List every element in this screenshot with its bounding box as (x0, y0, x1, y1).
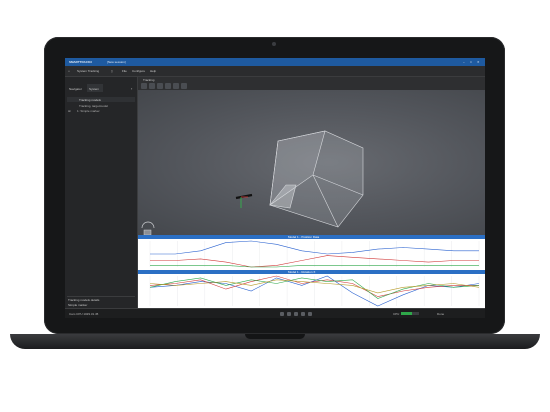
frustum-shape (269, 130, 364, 228)
webcam (272, 42, 276, 46)
status-text: Cam CPU 1029.31.45 (69, 312, 99, 316)
chart-panel: Model 1 - Position Data Model 1 - Rotati… (138, 235, 485, 308)
project-label[interactable]: System Tracking (77, 69, 99, 73)
trackpad-notch (245, 334, 305, 339)
toolbar: Tracking (137, 77, 485, 90)
chart2-plot[interactable] (138, 274, 485, 308)
orientation-cube-icon[interactable] (141, 221, 155, 235)
settings-icon[interactable] (294, 312, 298, 316)
menu-bar: ⌂ System Tracking ▯ File Configure Help (65, 66, 485, 77)
stop-icon[interactable] (308, 312, 312, 316)
status-bar: Cam CPU 1029.31.45 CPU Done (65, 308, 485, 318)
tracking-models-header-label: Tracking models (79, 98, 101, 102)
cpu-label: CPU (393, 312, 400, 316)
title-bar: SMARTTRACK3 [New session] – □ ✕ (65, 58, 485, 66)
list-item[interactable]: 1: Simple marker (77, 109, 100, 113)
scene-svg (141, 130, 364, 235)
play-icon[interactable] (301, 312, 305, 316)
app-title: SMARTTRACK3 (69, 60, 92, 64)
session-title: [New session] (107, 60, 126, 64)
tab-navigator[interactable]: Navigator (69, 87, 82, 91)
zoom-tool-icon[interactable] (173, 83, 179, 89)
collapse-panel-icon[interactable]: ‹ (131, 86, 132, 91)
home-icon[interactable]: ⌂ (68, 69, 70, 73)
close-icon[interactable]: ✕ (477, 60, 480, 64)
tracking-marker-icon (235, 193, 253, 208)
status-right-label: Done (437, 312, 445, 316)
tab-system[interactable]: System (89, 87, 99, 91)
rotate-tool-icon[interactable] (157, 83, 163, 89)
doc-icon[interactable]: ▯ (111, 69, 113, 73)
details-title: Tracking models details (68, 298, 100, 302)
camera-icon[interactable] (280, 312, 284, 316)
tracking-models-header[interactable]: Tracking models (67, 97, 135, 102)
laptop-base (10, 334, 540, 349)
3d-viewport[interactable] (138, 90, 485, 235)
menu-help[interactable]: Help (150, 69, 156, 73)
navigator-panel: Navigator System ‹ Tracking models Track… (65, 77, 138, 308)
expand-icon[interactable]: ⊞ (68, 109, 71, 113)
toolbar-section-label: Tracking (143, 78, 155, 82)
list-item[interactable]: Tracking, targetmodel (79, 104, 108, 108)
menu-configure[interactable]: Configure (132, 69, 145, 73)
chart1-plot[interactable] (138, 239, 485, 269)
move-tool-icon[interactable] (149, 83, 155, 89)
select-tool-icon[interactable] (141, 83, 147, 89)
record-icon[interactable] (287, 312, 291, 316)
menu-file[interactable]: File (122, 69, 127, 73)
cpu-meter (401, 312, 419, 315)
app-window: SMARTTRACK3 [New session] – □ ✕ ⌂ System… (65, 58, 485, 318)
minimize-icon[interactable]: – (463, 60, 465, 64)
view-tool-icon[interactable] (181, 83, 187, 89)
cpu-meter-fill (401, 312, 412, 315)
details-value[interactable]: Simple marker (68, 303, 87, 307)
details-panel: Tracking models details Simple marker (67, 296, 135, 307)
grid-tool-icon[interactable] (165, 83, 171, 89)
maximize-icon[interactable]: □ (470, 60, 472, 64)
